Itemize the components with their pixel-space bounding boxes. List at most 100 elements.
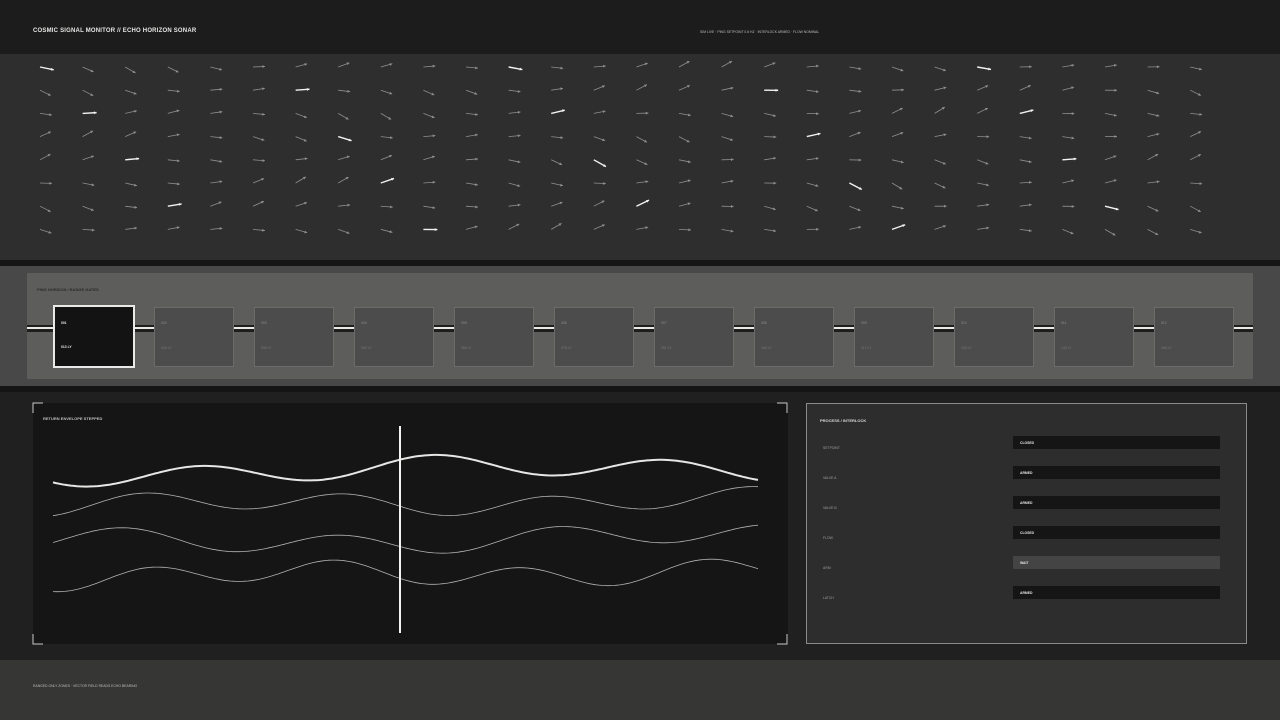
vector-arrow	[764, 181, 777, 185]
interlock-row-label: VALVE B	[823, 506, 837, 510]
vector-arrow	[977, 107, 989, 114]
vector-arrow	[508, 134, 521, 138]
vector-arrow	[125, 226, 138, 230]
interlock-row-value[interactable]: CLOSED	[1013, 436, 1220, 449]
vector-arrow	[380, 205, 393, 209]
range-gate-id: 002	[161, 321, 167, 325]
vector-arrow	[977, 182, 990, 187]
vector-arrow	[593, 182, 606, 185]
vector-arrow	[380, 177, 395, 184]
vector-arrow	[465, 182, 478, 186]
interlock-row-value[interactable]: WAIT	[1013, 556, 1220, 569]
vector-field-canvas	[39, 60, 1203, 236]
range-gate-card[interactable]: 010 130 LY	[954, 307, 1034, 367]
vector-arrow	[380, 63, 393, 68]
vector-arrow	[423, 180, 436, 184]
vector-arrow	[380, 89, 393, 95]
vector-arrow	[1062, 86, 1075, 91]
range-gate-card[interactable]: 011 143 LY	[1054, 307, 1134, 367]
vector-arrow	[678, 85, 691, 91]
vector-arrow	[125, 157, 140, 161]
vector-arrow	[295, 63, 308, 68]
range-gate-card[interactable]: 012 156 LY	[1154, 307, 1234, 367]
return-envelope-chart: RETURN ENVELOPE STEPPED	[33, 403, 788, 644]
vector-arrow	[125, 205, 138, 209]
vector-arrow	[338, 176, 349, 184]
range-gate-card[interactable]: 004 052 LY	[354, 307, 434, 367]
vector-arrow	[678, 113, 691, 117]
range-gate-distance: 104 LY	[761, 346, 772, 350]
vector-arrow	[1019, 65, 1032, 69]
vector-field	[0, 54, 1280, 260]
vector-arrow	[465, 89, 478, 95]
vector-arrow	[1147, 153, 1159, 161]
vector-arrow	[167, 133, 180, 137]
vector-arrow	[1147, 229, 1159, 236]
vector-arrow	[1190, 182, 1203, 186]
vector-arrow	[508, 66, 523, 71]
vector-arrow	[551, 201, 563, 207]
vector-arrow	[934, 225, 947, 230]
vector-arrow	[806, 132, 821, 138]
range-gate-card[interactable]: 001 013 LY	[53, 305, 135, 368]
envelope-trace	[52, 453, 759, 488]
vector-arrow	[125, 182, 137, 187]
interlock-row-label: VALVE A	[823, 476, 837, 480]
range-gate-card[interactable]: 003 039 LY	[254, 307, 334, 367]
vector-arrow	[465, 205, 478, 209]
vector-arrow	[508, 182, 521, 187]
vector-arrow	[465, 113, 478, 116]
vector-arrow	[1062, 204, 1075, 208]
app-title: COSMIC SIGNAL MONITOR // ECHO HORIZON SO…	[33, 28, 197, 34]
range-gate-card[interactable]: 009 117 LY	[854, 307, 934, 367]
vector-arrow	[1190, 153, 1202, 161]
range-gate-distance: 039 LY	[261, 346, 272, 350]
vector-arrow	[1062, 64, 1075, 68]
range-gate-card[interactable]: 006 078 LY	[554, 307, 634, 367]
vector-arrow	[593, 136, 606, 142]
interlock-row-value[interactable]: CLOSED	[1013, 526, 1220, 539]
vector-arrow	[295, 113, 307, 119]
vector-arrow	[295, 157, 308, 161]
range-gate-id: 009	[861, 321, 867, 325]
vector-arrow	[891, 132, 904, 137]
vector-arrow	[678, 179, 691, 184]
vector-arrow	[508, 159, 521, 164]
vector-arrow	[380, 113, 392, 120]
vector-arrow	[1190, 66, 1203, 71]
interlock-row-value[interactable]: ARMED	[1013, 466, 1220, 479]
vector-arrow	[678, 136, 690, 143]
vector-arrow	[1104, 229, 1116, 236]
vector-arrow	[1019, 136, 1032, 140]
vector-arrow	[39, 205, 51, 213]
vector-arrow	[593, 200, 605, 207]
ping-strip-label: PING HORIZON / RANGE GATES	[37, 287, 99, 292]
interlock-row-value[interactable]: ARMED	[1013, 586, 1220, 599]
vector-arrow	[125, 109, 137, 114]
vector-arrow	[167, 159, 180, 163]
vector-arrow	[1190, 205, 1201, 213]
range-gate-distance: 143 LY	[1061, 346, 1072, 350]
range-gate-card[interactable]: 007 091 LY	[654, 307, 734, 367]
vector-arrow	[337, 135, 352, 142]
vector-arrow	[806, 157, 819, 161]
vector-arrow	[167, 226, 180, 230]
vector-arrow	[252, 112, 265, 116]
range-gate-card[interactable]: 002 026 LY	[154, 307, 234, 367]
vector-arrow	[167, 182, 180, 186]
range-gate-card[interactable]: 008 104 LY	[754, 307, 834, 367]
header-bar: COSMIC SIGNAL MONITOR // ECHO HORIZON SO…	[0, 0, 1280, 54]
range-gate-card[interactable]: 005 065 LY	[454, 307, 534, 367]
vector-arrow	[167, 109, 180, 114]
vector-arrow	[849, 205, 861, 211]
range-gate-distance: 065 LY	[461, 346, 472, 350]
range-gate-id: 007	[661, 321, 667, 325]
vector-arrow	[252, 178, 265, 184]
vector-arrow	[295, 136, 307, 142]
vector-arrow	[551, 109, 565, 115]
vector-arrow	[721, 229, 734, 233]
vector-arrow	[1104, 88, 1118, 92]
vector-arrow	[423, 89, 435, 96]
vector-arrow	[295, 229, 308, 234]
interlock-row-value[interactable]: ARMED	[1013, 496, 1220, 509]
